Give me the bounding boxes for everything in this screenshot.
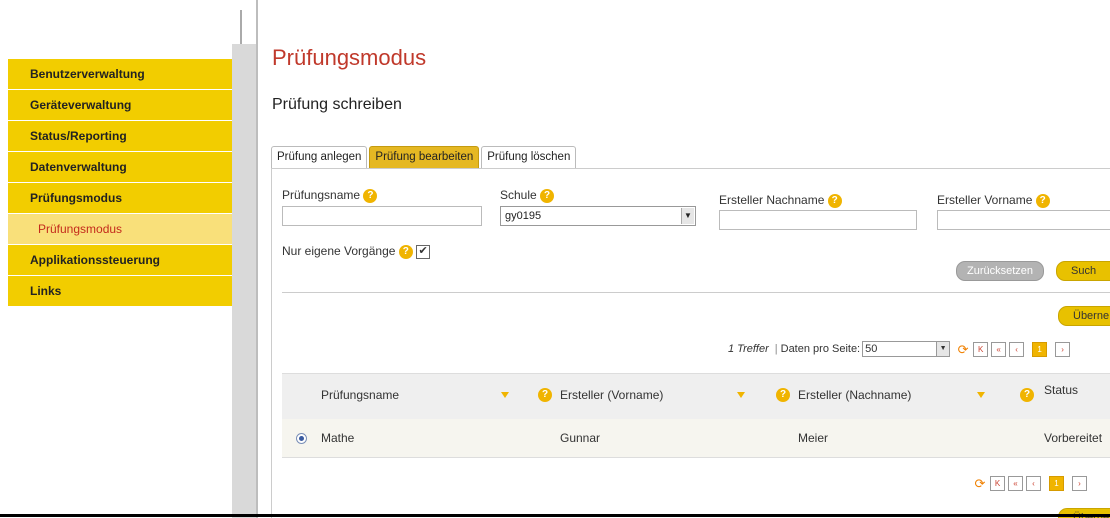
main-content: Prüfungsmodus Prüfung schreiben Prüfung … (258, 0, 1110, 518)
sidebar-item-applikationssteuerung[interactable]: Applikationssteuerung (8, 244, 232, 275)
pager-bottom: ⟳ K « ‹ 1 › (970, 476, 1087, 491)
sidebar-item-status-reporting[interactable]: Status/Reporting (8, 120, 232, 151)
dropdown-arrow-icon[interactable]: ▼ (681, 208, 694, 224)
refresh-icon[interactable]: ⟳ (956, 342, 971, 356)
splitter-top (232, 0, 258, 44)
school-label-text: Schule (500, 188, 537, 202)
prev-page-icon[interactable]: ‹ (1009, 341, 1025, 357)
sidebar-item-pruefungsmodus[interactable]: Prüfungsmodus (8, 182, 232, 213)
cell-creator-first: Gunnar (560, 431, 601, 445)
prev-page-icon[interactable]: ‹ (1026, 476, 1041, 491)
sidebar: Benutzerverwaltung Geräteverwaltung Stat… (0, 0, 232, 518)
sidebar-subitem-pruefungsmodus[interactable]: Prüfungsmodus (8, 213, 232, 244)
col-header-creator-last[interactable]: Ersteller (Nachname) (798, 388, 911, 402)
help-icon[interactable]: ? (363, 188, 378, 203)
prev-fast-icon[interactable]: « (991, 341, 1007, 357)
cell-creator-last: Meier (798, 431, 829, 445)
help-icon[interactable]: ? (1020, 388, 1034, 402)
creator-first-input[interactable] (937, 210, 1110, 230)
page-title: Prüfungsmodus (272, 45, 427, 70)
pager-separator: | (774, 343, 778, 355)
exam-name-input[interactable] (282, 206, 482, 226)
school-label: Schule ? (500, 188, 555, 203)
own-only-label: Nur eigene Vorgänge (282, 244, 396, 258)
creator-first-label: Ersteller Vorname ? (937, 193, 1050, 208)
creator-last-input[interactable] (719, 210, 917, 230)
cell-status: Vorbereitet (1044, 431, 1103, 445)
col-header-status[interactable]: Status (1044, 383, 1078, 397)
sidebar-item-datenverwaltung[interactable]: Datenverwaltung (8, 151, 232, 182)
first-page-icon[interactable]: K (973, 341, 989, 357)
col-header-creator-first[interactable]: Ersteller (Vorname) (560, 388, 663, 402)
next-page-icon[interactable]: › (1072, 476, 1087, 491)
creator-last-label: Ersteller Nachname ? (719, 193, 842, 208)
own-only-row: Nur eigene Vorgänge ? ✔ (282, 244, 431, 259)
cell-exam-name: Mathe (321, 431, 355, 445)
current-page[interactable]: 1 (1032, 341, 1048, 357)
sort-icon[interactable] (501, 392, 509, 398)
tab-pruefung-loeschen[interactable]: Prüfung löschen (481, 146, 577, 168)
apply-button-top[interactable]: Überne (1058, 306, 1110, 326)
per-page-label: Daten pro Seite: (780, 343, 861, 355)
dropdown-arrow-icon[interactable]: ▼ (936, 342, 950, 356)
exam-name-label-text: Prüfungsname (282, 188, 361, 202)
creator-first-label-text: Ersteller Vorname (937, 193, 1033, 207)
pager-top: 1 Treffer | Daten pro Seite: 50 ▼ ⟳ K « … (728, 341, 1071, 357)
sidebar-item-links[interactable]: Links (8, 275, 232, 306)
per-page-value: 50 (865, 343, 878, 355)
separator (282, 292, 1110, 293)
help-icon[interactable]: ? (1035, 193, 1050, 208)
sidebar-item-geraeteverwaltung[interactable]: Geräteverwaltung (8, 89, 232, 120)
help-icon[interactable]: ? (538, 388, 552, 402)
col-header-exam-name[interactable]: Prüfungsname (321, 388, 399, 402)
bottom-border (0, 514, 1110, 517)
reset-button[interactable]: Zurücksetzen (956, 261, 1045, 281)
table-header: Prüfungsname ? Ersteller (Vorname) ? Ers… (282, 373, 1110, 419)
refresh-icon[interactable]: ⟳ (973, 477, 987, 490)
current-page[interactable]: 1 (1049, 476, 1064, 491)
tab-pruefung-bearbeiten[interactable]: Prüfung bearbeiten (369, 146, 480, 168)
own-only-checkbox[interactable]: ✔ (416, 244, 431, 259)
sort-icon[interactable] (977, 392, 985, 398)
prev-fast-icon[interactable]: « (1008, 476, 1023, 491)
hit-count: 1 Treffer (728, 343, 769, 355)
sidebar-item-benutzerverwaltung[interactable]: Benutzerverwaltung (8, 58, 232, 89)
sort-icon[interactable] (737, 392, 745, 398)
tab-pruefung-anlegen[interactable]: Prüfung anlegen (271, 146, 368, 168)
help-icon[interactable]: ? (398, 244, 413, 259)
next-page-icon[interactable]: › (1055, 341, 1071, 357)
search-button[interactable]: Such (1056, 261, 1110, 281)
school-select-value: gy0195 (505, 210, 542, 222)
tab-panel-border (271, 168, 1110, 169)
sidebar-splitter[interactable] (232, 0, 256, 518)
sidebar-nav: Benutzerverwaltung Geräteverwaltung Stat… (8, 58, 232, 306)
table-row[interactable]: Mathe Gunnar Meier Vorbereitet (282, 419, 1110, 458)
help-icon[interactable]: ? (540, 188, 555, 203)
per-page-select[interactable]: 50 ▼ (862, 341, 951, 357)
exam-name-label: Prüfungsname ? (282, 188, 378, 203)
tab-bar: Prüfung anlegen Prüfung bearbeiten Prüfu… (271, 146, 578, 168)
school-select[interactable]: gy0195 ▼ (500, 206, 696, 226)
first-page-icon[interactable]: K (990, 476, 1005, 491)
section-title: Prüfung schreiben (272, 96, 402, 113)
help-icon[interactable]: ? (776, 388, 790, 402)
tab-panel-left-border (271, 168, 272, 518)
row-select-radio[interactable] (296, 433, 307, 444)
help-icon[interactable]: ? (827, 193, 842, 208)
creator-last-label-text: Ersteller Nachname (719, 193, 825, 207)
